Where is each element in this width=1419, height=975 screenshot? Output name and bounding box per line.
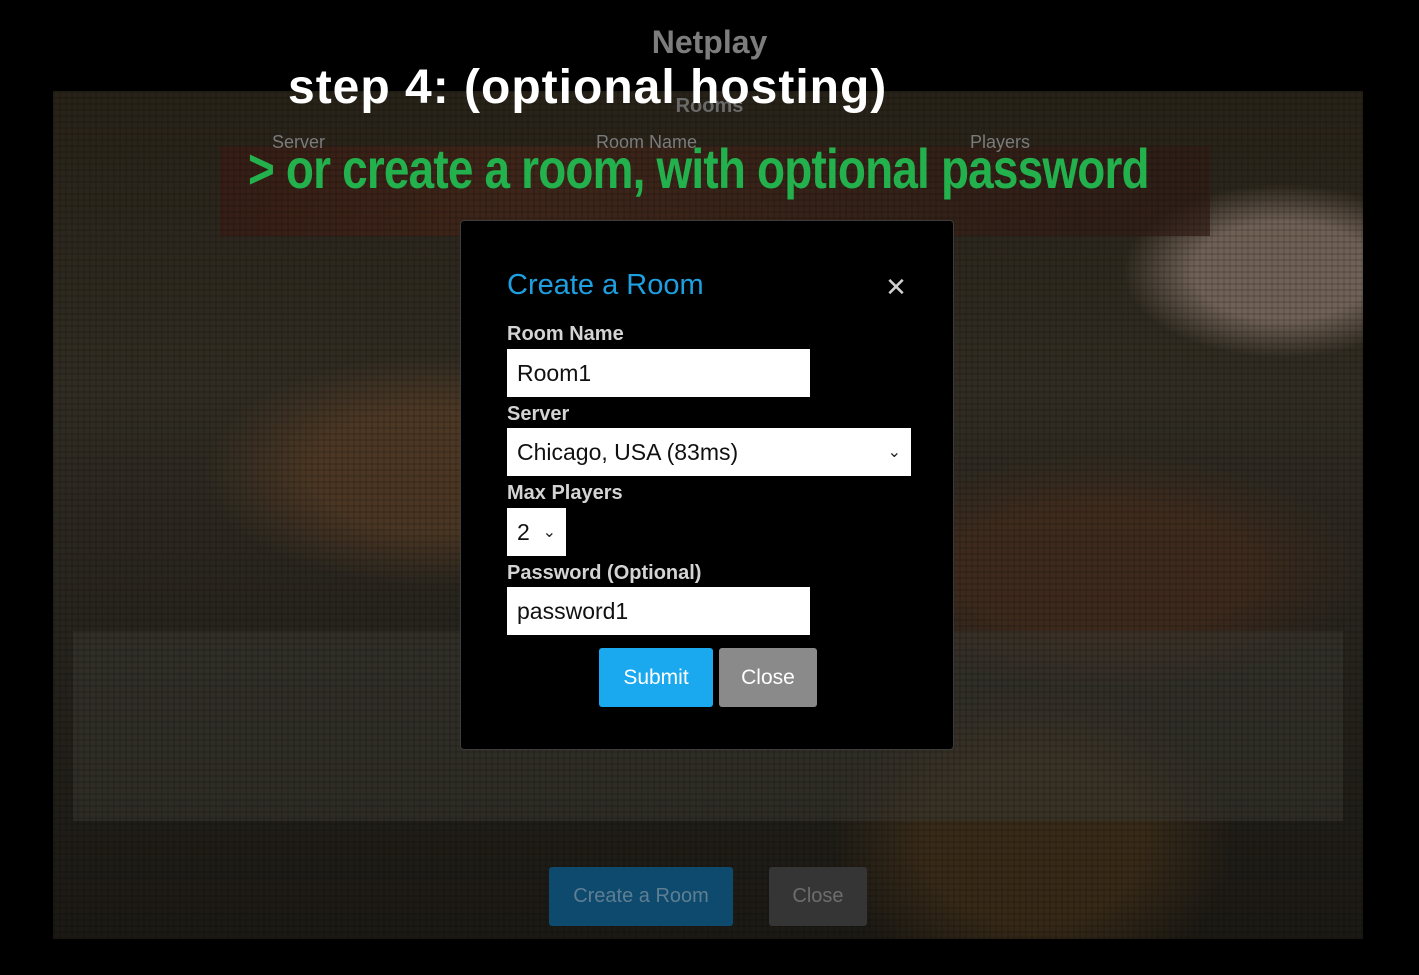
- create-room-dialog: Create a Room ✕ Room Name Room1 Server C…: [460, 220, 954, 750]
- max-players-selected-value: 2: [517, 518, 530, 545]
- server-selected-value: Chicago, USA (83ms): [517, 438, 739, 465]
- tutorial-step-title: step 4: (optional hosting): [288, 61, 888, 114]
- close-icon[interactable]: ✕: [881, 273, 911, 303]
- room-name-value: Room1: [517, 359, 592, 386]
- password-input[interactable]: password1: [507, 587, 810, 635]
- dialog-title: Create a Room: [507, 269, 704, 301]
- submit-button[interactable]: Submit: [599, 648, 713, 707]
- room-name-input[interactable]: Room1: [507, 349, 810, 397]
- room-name-label: Room Name: [507, 323, 624, 345]
- dialog-close-button[interactable]: Close: [719, 648, 817, 707]
- chevron-down-icon: ⌄: [887, 444, 901, 461]
- max-players-label: Max Players: [507, 482, 623, 504]
- max-players-select[interactable]: 2 ⌄: [507, 508, 566, 556]
- tutorial-step-subtitle: > or create a room, with optional passwo…: [248, 137, 1150, 200]
- netplay-screen: Netplay Rooms Server Room Name Players C…: [0, 0, 1419, 975]
- password-value: password1: [517, 597, 629, 624]
- server-label: Server: [507, 403, 570, 425]
- create-room-button[interactable]: Create a Room: [549, 867, 733, 926]
- netplay-close-button[interactable]: Close: [769, 867, 867, 926]
- chevron-down-icon: ⌄: [542, 524, 556, 541]
- password-label: Password (Optional): [507, 562, 702, 584]
- netplay-title: Netplay: [651, 24, 768, 60]
- server-select[interactable]: Chicago, USA (83ms) ⌄: [507, 428, 911, 476]
